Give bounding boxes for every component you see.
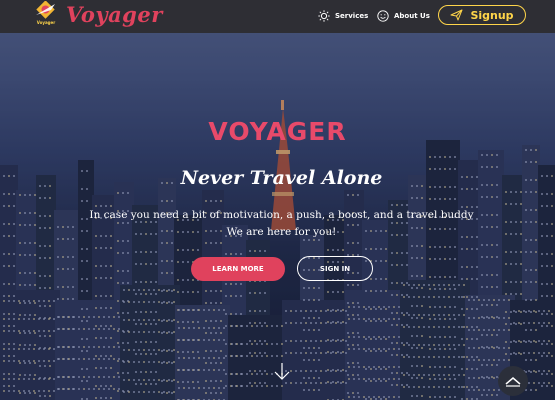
hero-background-city [0,0,555,400]
hero-subtitle-line-1: In case you need a bit of motivation, a … [89,209,474,221]
arrow-down-icon [274,363,290,380]
nav-about-us[interactable]: About Us [377,8,430,24]
nav-services-label: Services [335,12,369,20]
scroll-down-button[interactable] [272,361,292,383]
hero-subtitle: In case you need a bit of motivation, a … [0,207,555,241]
chevron-up-icon [505,377,521,387]
signup-label: Signup [470,8,514,22]
logo-caption: Voyager [36,20,56,25]
back-to-top-button[interactable] [498,366,528,396]
hero-overlay [0,0,555,400]
hero-subtitle-line-2: We are here for you! [226,226,337,238]
nav-services[interactable]: Services [318,8,368,24]
brand-name[interactable]: Voyager [66,2,163,27]
sign-in-button[interactable]: SIGN IN [297,256,373,281]
sun-icon [318,10,330,22]
hero-title: Never Travel Alone [180,167,383,189]
globe-plane-icon [36,0,55,19]
smiley-icon [377,10,389,22]
hero-brand: VOYAGER [208,117,347,146]
paper-plane-icon [450,9,463,21]
top-navbar: Voyager Voyager Services About Us Signup [0,0,555,33]
signup-button[interactable]: Signup [438,5,526,25]
logo[interactable]: Voyager [33,0,59,29]
nav-about-label: About Us [394,12,430,20]
learn-more-button[interactable]: LEARN MORE [191,257,285,281]
